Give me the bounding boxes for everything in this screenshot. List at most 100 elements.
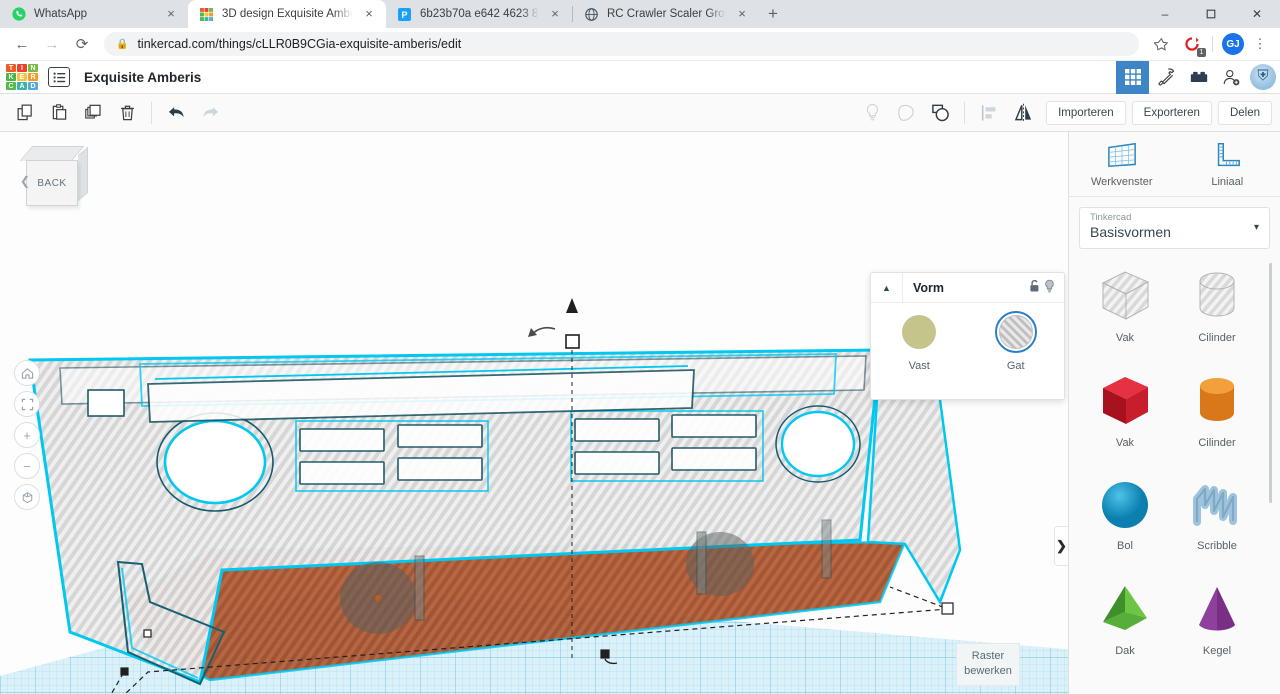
library-value: Basisvormen	[1090, 224, 1171, 240]
shape-item-roof[interactable]: Dak	[1079, 574, 1171, 679]
browser-tab-active[interactable]: 3D design Exquisite Amberis | Tin ×	[188, 0, 386, 28]
back-icon[interactable]: ←	[8, 30, 36, 58]
window-close-button[interactable]: ✕	[1234, 0, 1280, 28]
shape-item-scribble[interactable]: Scribble	[1171, 469, 1263, 574]
up-arrow-icon	[566, 298, 578, 313]
tab-title: 3D design Exquisite Amberis | Tin	[222, 8, 353, 20]
forward-icon[interactable]: →	[38, 30, 66, 58]
shape-label: Kegel	[1202, 645, 1232, 657]
address-bar[interactable]: 🔒 tinkercad.com/things/cLLR0B9CGia-exqui…	[104, 32, 1139, 56]
browser-tab[interactable]: WhatsApp ×	[0, 0, 188, 28]
hole-swatch[interactable]	[994, 311, 1037, 353]
3d-canvas[interactable]: BACK ❮ + − ❯ Magnetisch Raster 0,25 ▴	[0, 132, 1068, 694]
view-cube-top-face[interactable]	[19, 146, 85, 161]
tinkercad-logo[interactable]: T I N K E R C A D	[6, 64, 38, 90]
grid-icon[interactable]	[1116, 60, 1149, 94]
add-person-icon[interactable]	[1215, 61, 1248, 94]
shape-properties-panel: ▲ Vorm Vast Gat	[870, 272, 1065, 400]
panel-collapse-handle[interactable]: ❯	[1054, 526, 1068, 566]
hammer-icon[interactable]	[1149, 61, 1182, 94]
ruler-tool[interactable]: Liniaal	[1175, 140, 1280, 188]
url-text: tinkercad.com/things/cLLR0B9CGia-exquisi…	[137, 37, 462, 51]
mirror-icon[interactable]	[1006, 98, 1040, 128]
tab-close-icon[interactable]: ×	[547, 6, 563, 22]
reload-icon[interactable]: ⟳	[68, 30, 96, 58]
solid-swatch[interactable]	[902, 315, 937, 349]
tab-close-icon[interactable]: ×	[163, 6, 179, 22]
chevron-up-icon[interactable]: ▲	[871, 273, 903, 302]
svg-text:P: P	[401, 10, 407, 20]
shape-option-hole[interactable]: Gat	[968, 311, 1065, 372]
view-cube-rotate-left-icon[interactable]: ❮	[20, 174, 30, 188]
fit-view-icon[interactable]	[14, 391, 40, 417]
tab-title: RC Crawler Scaler Groep - Plaats	[607, 8, 726, 20]
share-button[interactable]: Delen	[1217, 100, 1272, 125]
shape-item-sphere[interactable]: Bol	[1079, 469, 1171, 574]
red-box-icon	[1103, 377, 1148, 424]
home-icon[interactable]	[14, 360, 40, 386]
window-minimize-button[interactable]: –	[1142, 0, 1188, 28]
delete-icon[interactable]	[110, 98, 144, 128]
align-icon[interactable]	[972, 98, 1006, 128]
shape-item-cone[interactable]: Kegel	[1171, 574, 1263, 679]
shape-option-solid[interactable]: Vast	[871, 315, 968, 372]
new-tab-button[interactable]: +	[759, 0, 787, 28]
shape-item-hole-box[interactable]: Vak	[1079, 259, 1171, 364]
toolbar-right: Importeren Exporteren Delen	[855, 98, 1272, 128]
paste-icon[interactable]	[42, 98, 76, 128]
rotation-arc-icon	[532, 326, 556, 335]
shape-item-hole-cylinder[interactable]: Cilinder	[1171, 259, 1263, 364]
shape-row: Vak Cilinder	[1079, 364, 1272, 469]
perspective-icon[interactable]	[14, 484, 40, 510]
lightbulb-icon[interactable]	[1043, 279, 1056, 297]
browser-tab[interactable]: P 6b23b70a e642 4623 8ae3 34852 ×	[386, 0, 572, 28]
undo-icon[interactable]	[159, 98, 193, 128]
library-select[interactable]: Tinkercad Basisvormen ▾	[1079, 207, 1270, 249]
redo-icon[interactable]	[193, 98, 227, 128]
browser-tab[interactable]: RC Crawler Scaler Groep - Plaats ×	[573, 0, 759, 28]
shape-option-label: Gat	[1006, 360, 1025, 372]
import-button[interactable]: Importeren	[1046, 100, 1126, 125]
window-maximize-button[interactable]	[1188, 0, 1234, 28]
list-icon[interactable]	[48, 67, 70, 87]
profile-avatar[interactable]: GJ	[1222, 33, 1244, 55]
shape-panel-header: ▲ Vorm	[871, 273, 1064, 303]
tab-close-icon[interactable]: ×	[361, 6, 377, 22]
export-button[interactable]: Exporteren	[1131, 100, 1212, 125]
browser-menu-icon[interactable]: ⋮	[1250, 33, 1270, 55]
shape-option-label: Vast	[908, 360, 930, 372]
view-cube[interactable]: BACK ❮	[18, 146, 88, 208]
brick-icon[interactable]	[1182, 61, 1215, 94]
copy-icon[interactable]	[8, 98, 42, 128]
rotation-arrow-head	[528, 328, 537, 337]
extension-badge-count: 1	[1197, 48, 1206, 57]
zoom-out-icon[interactable]: −	[14, 453, 40, 479]
group-shapes-icon[interactable]	[923, 98, 957, 128]
unlock-icon[interactable]	[1028, 279, 1041, 297]
edit-grid-button[interactable]: Raster bewerken	[956, 643, 1020, 686]
view-tools: + −	[14, 360, 40, 515]
bookmark-star-icon[interactable]	[1147, 30, 1175, 58]
view-cube-right-face[interactable]	[78, 146, 88, 202]
tab-title: WhatsApp	[34, 8, 88, 20]
shape-grid: Vak Cilinder Vak Cilinder Bol Scribble D…	[1079, 259, 1272, 679]
photopea-icon: P	[397, 7, 412, 22]
user-avatar[interactable]: ⛨	[1250, 64, 1276, 90]
3d-model-viewport[interactable]	[0, 132, 1068, 694]
logo-tile: K	[6, 73, 16, 81]
panel-scrollbar[interactable]	[1269, 263, 1272, 503]
shape-item-box[interactable]: Vak	[1079, 364, 1171, 469]
tab-close-icon[interactable]: ×	[734, 6, 750, 22]
lightbulb-icon[interactable]	[855, 98, 889, 128]
header-actions: ⛨	[1116, 60, 1280, 94]
omnibox-actions: 1 GJ ⋮	[1147, 30, 1272, 58]
workplane-tool[interactable]: Werkvenster	[1069, 140, 1175, 188]
workplane-label: Werkvenster	[1090, 176, 1153, 188]
blob-shape-icon[interactable]	[889, 98, 923, 128]
view-cube-front-face[interactable]: BACK	[26, 160, 78, 206]
extension-icon[interactable]: 1	[1181, 33, 1206, 57]
shape-item-cylinder[interactable]: Cilinder	[1171, 364, 1263, 469]
shape-library-panel: Werkvenster Liniaal Tinkercad Basisvorme…	[1068, 132, 1280, 694]
duplicate-icon[interactable]	[76, 98, 110, 128]
zoom-in-icon[interactable]: +	[14, 422, 40, 448]
